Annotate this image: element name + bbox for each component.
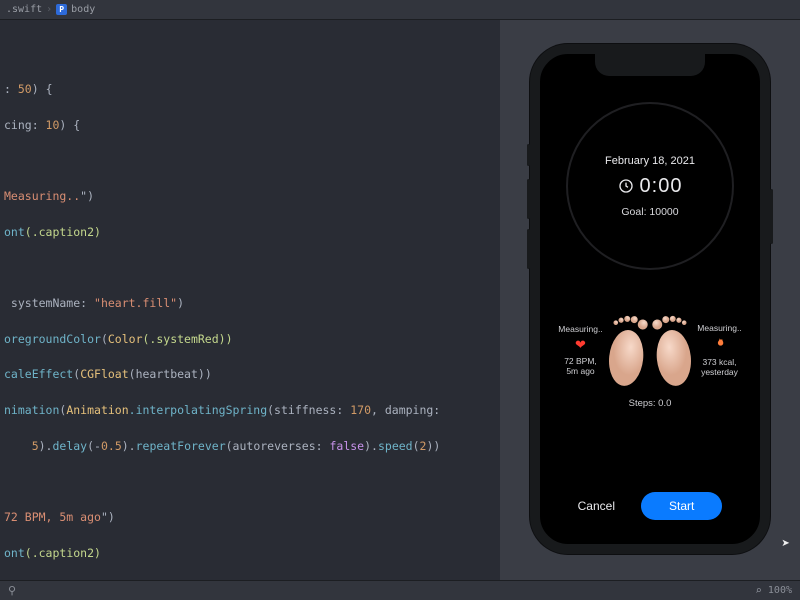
feet-illustration <box>605 310 695 390</box>
pin-icon[interactable]: ⚲ <box>8 584 16 597</box>
zoom-icon[interactable]: ⌕ <box>755 584 762 597</box>
progress-ring: February 18, 2021 0:00 Goal: 10000 <box>566 102 734 270</box>
cancel-button[interactable]: Cancel <box>578 499 615 513</box>
measuring-label: Measuring.. <box>558 324 602 334</box>
device-side-button <box>527 229 530 269</box>
preview-canvas[interactable]: February 18, 2021 0:00 Goal: 10000 Measu… <box>500 20 800 580</box>
heart-icon: ❤ <box>575 337 586 353</box>
code-editor[interactable]: : 50) { cing: 10) { Measuring..") ont(.c… <box>0 20 500 580</box>
foot-left-icon <box>601 308 653 392</box>
breadcrumb-symbol[interactable]: body <box>71 4 95 15</box>
foot-right-icon <box>647 308 699 392</box>
kcal-value: 373 kcal,yesterday <box>701 357 738 377</box>
main-split: : 50) { cing: 10) { Measuring..") ont(.c… <box>0 20 800 580</box>
device-side-button <box>527 179 530 219</box>
app-screen: February 18, 2021 0:00 Goal: 10000 Measu… <box>540 54 760 544</box>
measuring-label: Measuring.. <box>697 323 741 333</box>
breadcrumb-bar: .swift › P body <box>0 0 800 20</box>
clock-icon <box>618 178 634 194</box>
breadcrumb-file[interactable]: .swift <box>6 4 42 15</box>
status-bar: ⚲ ⌕ 100% <box>0 580 800 600</box>
zoom-level[interactable]: 100% <box>768 585 792 596</box>
cursor-icon: ➤ <box>782 536 790 552</box>
breadcrumb-separator: › <box>46 4 52 15</box>
calories-metric: Measuring.. 373 kcal,yesterday <box>695 323 744 377</box>
bpm-value: 72 BPM,5m ago <box>564 356 597 376</box>
button-row: Cancel Start <box>540 492 760 520</box>
device-side-button <box>770 189 773 244</box>
property-icon: P <box>56 4 67 15</box>
metrics-row: Measuring.. ❤ 72 BPM,5m ago <box>540 310 760 390</box>
start-button[interactable]: Start <box>641 492 722 520</box>
flame-icon <box>713 336 726 354</box>
goal-label: Goal: 10000 <box>621 206 678 218</box>
device-side-button <box>527 144 530 166</box>
timer-value: 0:00 <box>618 175 683 198</box>
steps-label: Steps: 0.0 <box>629 398 672 409</box>
date-label: February 18, 2021 <box>605 155 695 167</box>
heart-metric: Measuring.. ❤ 72 BPM,5m ago <box>556 324 605 376</box>
device-frame: February 18, 2021 0:00 Goal: 10000 Measu… <box>530 44 770 554</box>
